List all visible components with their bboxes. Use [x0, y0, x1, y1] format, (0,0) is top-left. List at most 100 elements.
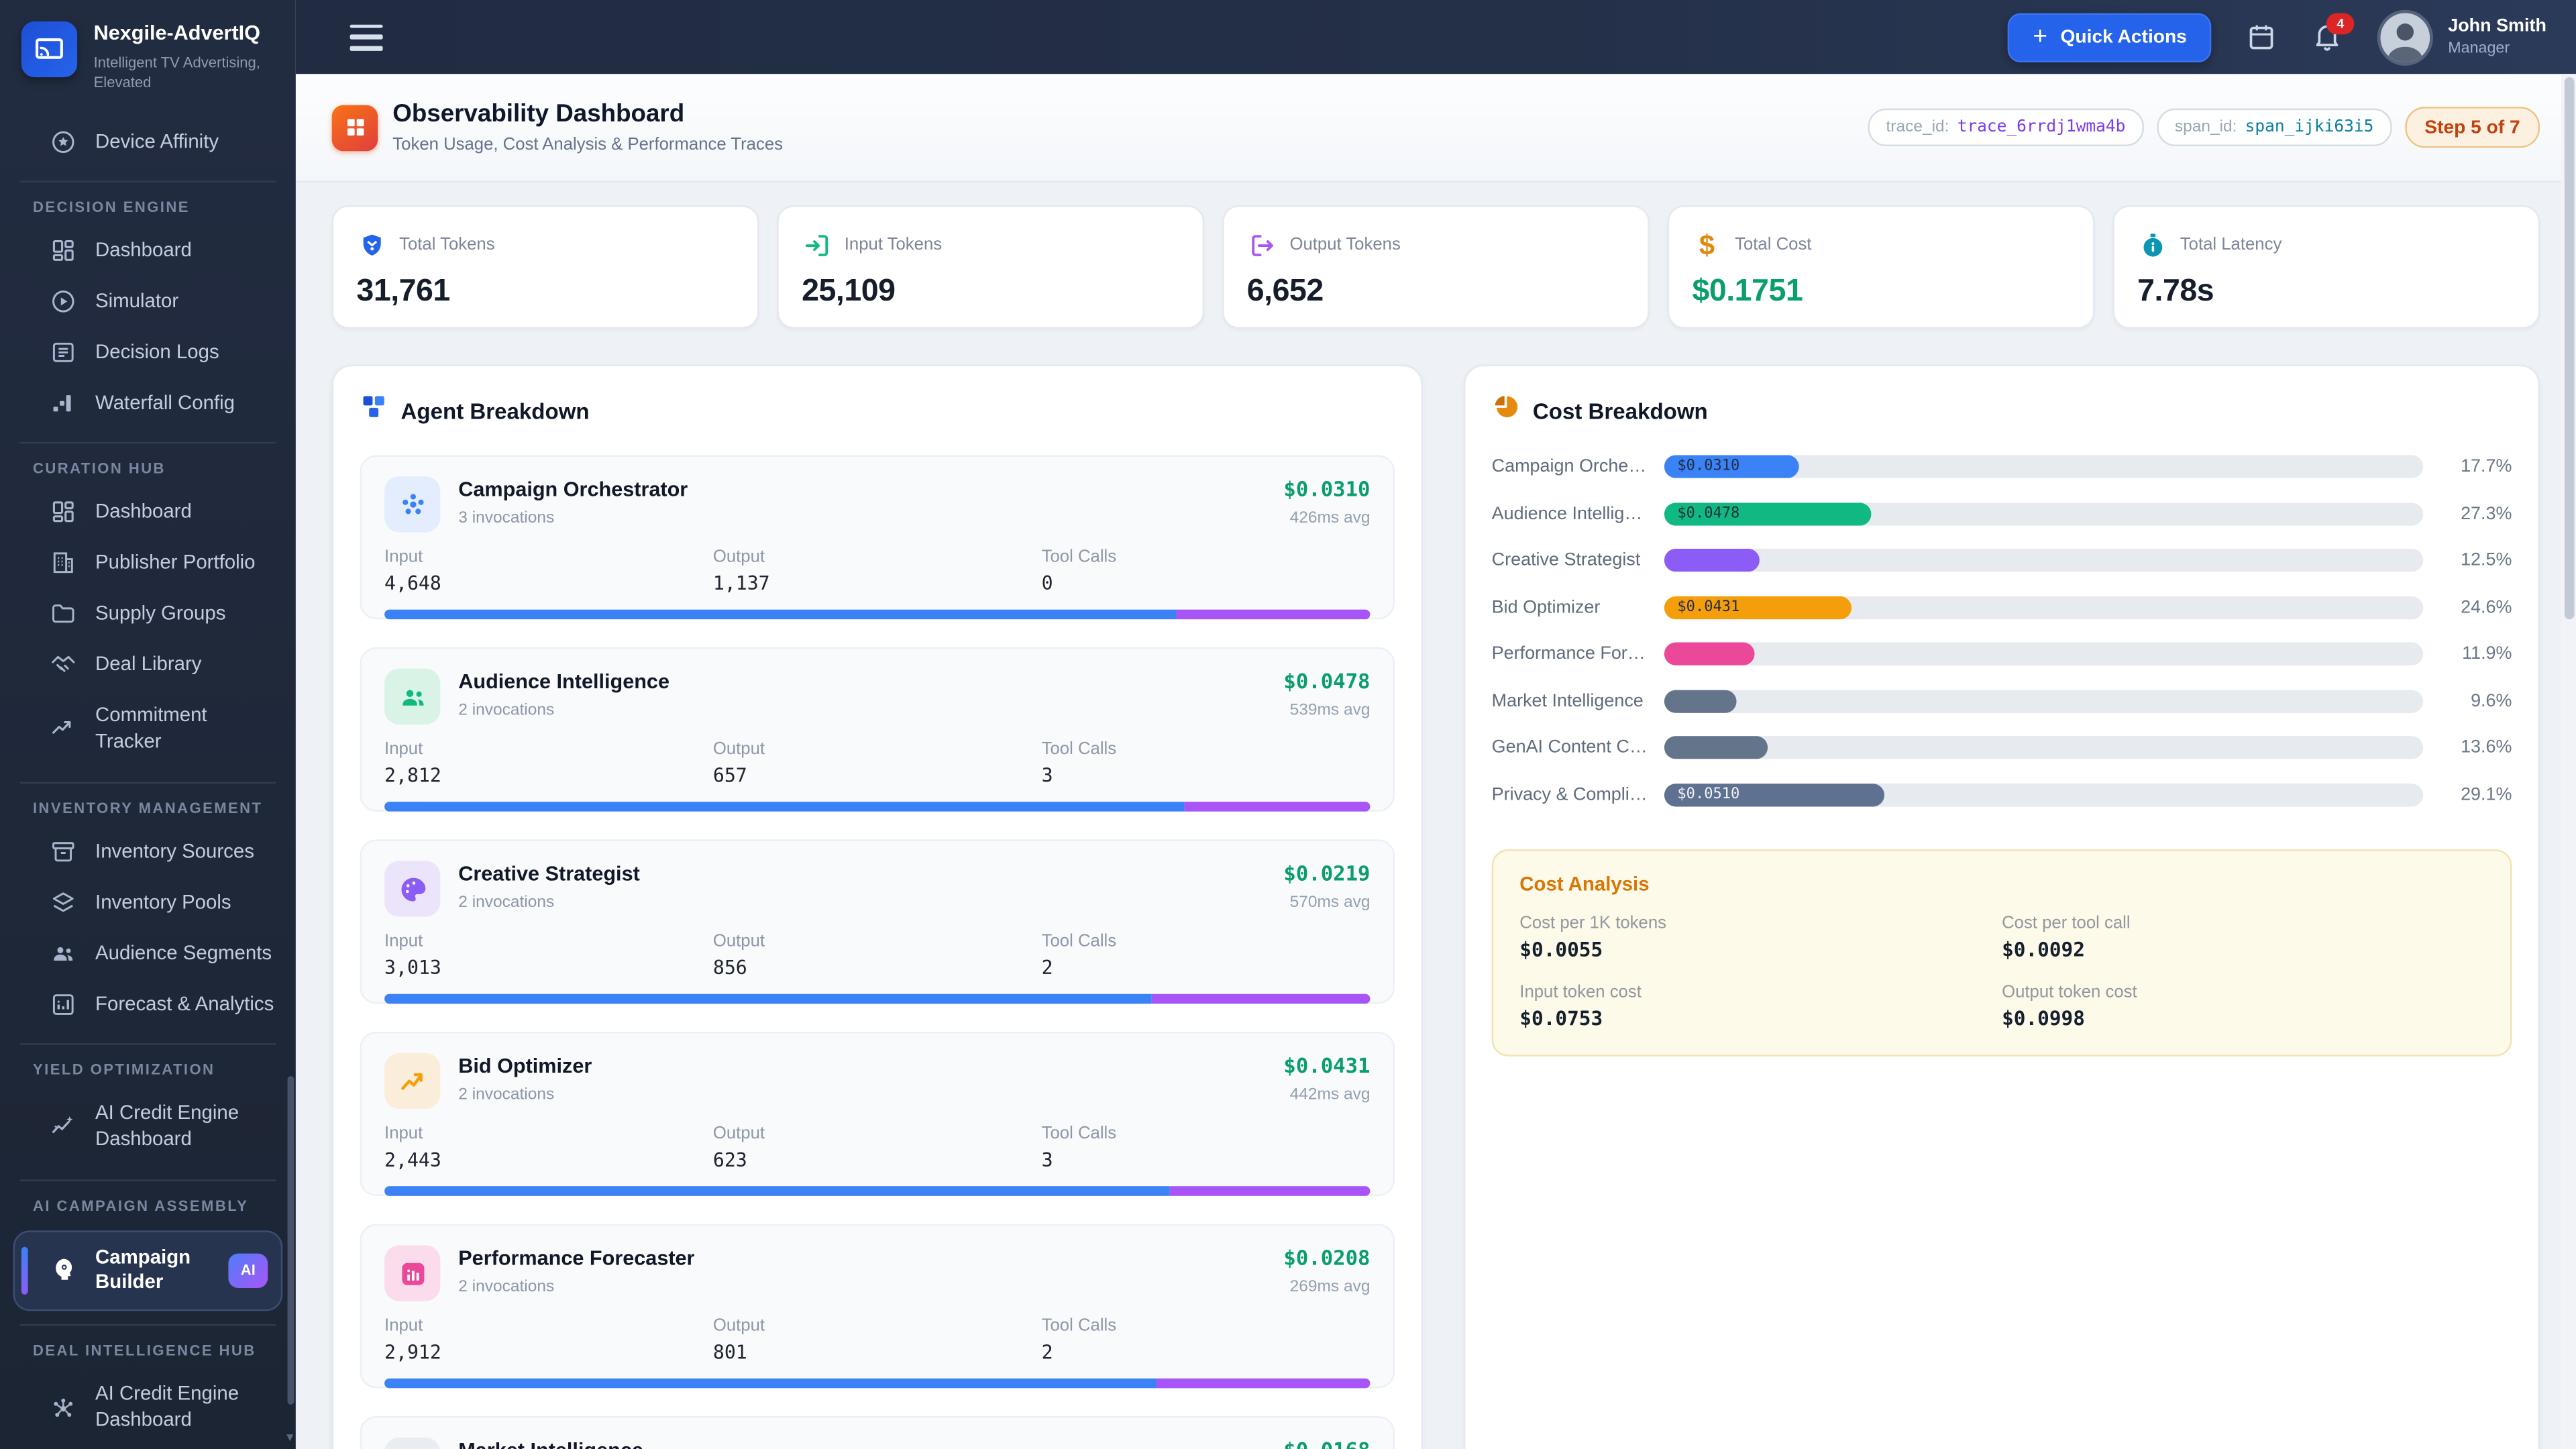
globe-icon: [384, 1438, 440, 1449]
token-split-bar: [384, 1379, 1370, 1389]
sidebar-item-campaign-builder[interactable]: Campaign Builder AI: [13, 1230, 283, 1311]
agent-breakdown-icon: [360, 392, 388, 429]
cost-row: GenAI Content Creation 13.6%: [1492, 736, 2512, 759]
agent-breakdown-panel: Agent Breakdown Campaign Orchestrator 3 …: [332, 365, 1423, 1449]
main-scrollbar-track[interactable]: [2561, 74, 2576, 1449]
agent-latency: 570ms avg: [1283, 894, 1370, 912]
main-scrollbar-thumb[interactable]: [2565, 77, 2575, 619]
head-gear-icon: [51, 1256, 80, 1285]
agent-latency: 539ms avg: [1283, 702, 1370, 720]
section-label-curation-hub: CURATION HUB: [0, 443, 296, 486]
avatar: [2377, 9, 2433, 64]
calendar-icon[interactable]: [2246, 21, 2277, 53]
token-split-bar: [384, 802, 1370, 812]
agent-card-market-intelligence: Market Intelligence $0.0168: [360, 1416, 1395, 1449]
analysis-item: Input token cost $0.0753: [1519, 981, 2002, 1029]
agent-card-creative-strategist: Creative Strategist 2 invocations $0.021…: [360, 839, 1395, 1004]
sidebar-item-commitment-tracker[interactable]: Commitment Tracker: [0, 690, 296, 769]
sidebar-item-inventory-pools[interactable]: Inventory Pools: [0, 877, 296, 928]
agent-latency: 269ms avg: [1283, 1278, 1370, 1296]
sidebar-item-decision-logs[interactable]: Decision Logs: [0, 327, 296, 378]
dashboard-grid-icon: [332, 105, 378, 151]
topbar: + Quick Actions 4 John Smith Manager: [296, 0, 2576, 74]
token-split-bar: [384, 994, 1370, 1004]
user-menu[interactable]: John Smith Manager: [2377, 9, 2546, 64]
agent-card-campaign-orchestrator: Campaign Orchestrator 3 invocations $0.0…: [360, 455, 1395, 619]
span-id-badge: span_id: span_ijki63i5: [2157, 109, 2392, 146]
agent-cost: $0.0478: [1283, 669, 1370, 694]
stat-card-total-tokens: Total Tokens 31,761: [332, 205, 759, 329]
sidebar-scroll-down-arrow[interactable]: ▼: [284, 1433, 296, 1446]
menu-icon[interactable]: [350, 24, 383, 50]
stat-value: 25,109: [802, 274, 1179, 311]
sparkle-trend-icon: [49, 1113, 77, 1141]
sidebar-item-audience-segments[interactable]: Audience Segments: [0, 928, 296, 979]
section-label-inventory-management: INVENTORY MANAGEMENT: [0, 784, 296, 826]
sidebar-item-curation-dashboard[interactable]: Dashboard: [0, 486, 296, 537]
output-arrow-icon: [1247, 230, 1277, 260]
sidebar-item-ai-credit-engine-dashboard[interactable]: AI Credit Engine Dashboard: [0, 1087, 296, 1167]
section-label-ai-campaign-assembly: AI CAMPAIGN ASSEMBLY: [0, 1181, 296, 1224]
token-split-bar: [384, 610, 1370, 620]
stat-card-input-tokens: Input Tokens 25,109: [777, 205, 1204, 329]
folder-icon: [49, 599, 77, 627]
analysis-item: Cost per tool call $0.0092: [2002, 912, 2484, 960]
archive-icon: [49, 838, 77, 866]
stat-card-total-latency: Total Latency 7.78s: [2112, 205, 2540, 329]
cost-row: Bid Optimizer $0.0431 24.6%: [1492, 596, 2512, 619]
users-icon: [384, 669, 440, 724]
stats-row: Total Tokens 31,761 Input Tokens 25,109 …: [332, 205, 2540, 329]
hub-icon: [49, 1394, 77, 1422]
bar-chart-icon: [384, 1245, 440, 1301]
sidebar-item-dashboard[interactable]: Dashboard: [0, 225, 296, 276]
sidebar-item-supply-groups[interactable]: Supply Groups: [0, 588, 296, 639]
building-icon: [49, 549, 77, 577]
agent-card-audience-intelligence: Audience Intelligence 2 invocations $0.0…: [360, 647, 1395, 812]
agent-cost: $0.0219: [1283, 861, 1370, 885]
plus-icon: +: [2033, 24, 2047, 49]
stopwatch-icon: [2137, 230, 2167, 260]
sidebar-item-deal-ai-credit-engine-dashboard[interactable]: AI Credit Engine Dashboard: [0, 1368, 296, 1448]
cost-analysis-title: Cost Analysis: [1519, 871, 2484, 894]
span-id-value: span_ijki63i5: [2245, 118, 2374, 136]
cost-row: Audience Intelligence $0.0478 27.3%: [1492, 502, 2512, 525]
agent-latency: 426ms avg: [1283, 509, 1370, 527]
handshake-icon: [49, 650, 77, 678]
main-content: Observability Dashboard Token Usage, Cos…: [296, 74, 2576, 1449]
agent-cost: $0.0310: [1283, 476, 1370, 501]
sidebar: Nexgile-AdvertIQ Intelligent TV Advertis…: [0, 0, 296, 1449]
analysis-item: Output token cost $0.0998: [2002, 981, 2484, 1029]
shield-tokens-icon: [356, 230, 386, 260]
stat-value: 7.78s: [2137, 274, 2515, 311]
cost-row: Creative Strategist 12.5%: [1492, 549, 2512, 572]
brand-subtitle: Intelligent TV Advertising, Elevated: [94, 52, 265, 93]
app-viewport: Nexgile-AdvertIQ Intelligent TV Advertis…: [0, 0, 2576, 1449]
sidebar-nav: Device Affinity DECISION ENGINE Dashboar…: [0, 110, 296, 1448]
sidebar-item-waterfall-config[interactable]: Waterfall Config: [0, 378, 296, 429]
stat-value: $0.1751: [1692, 274, 2070, 311]
agent-cost: $0.0431: [1283, 1053, 1370, 1078]
list-icon: [49, 338, 77, 366]
sidebar-item-forecast-analytics[interactable]: Forecast & Analytics: [0, 979, 296, 1030]
sidebar-scrollbar[interactable]: [288, 1076, 294, 1405]
agent-cost: $0.0208: [1283, 1245, 1370, 1270]
step-badge: Step 5 of 7: [2405, 107, 2540, 148]
dollar-icon: $: [1692, 230, 1721, 260]
agent-latency: 442ms avg: [1283, 1086, 1370, 1104]
section-label-yield-optimization: YIELD OPTIMIZATION: [0, 1044, 296, 1087]
quick-actions-button[interactable]: + Quick Actions: [2008, 12, 2212, 61]
user-role: Manager: [2448, 40, 2546, 58]
waterfall-icon: [49, 389, 77, 417]
agent-card-bid-optimizer: Bid Optimizer 2 invocations $0.0431 442m…: [360, 1032, 1395, 1196]
sidebar-item-inventory-sources[interactable]: Inventory Sources: [0, 826, 296, 877]
chart-square-icon: [49, 990, 77, 1018]
sidebar-item-publisher-portfolio[interactable]: Publisher Portfolio: [0, 537, 296, 588]
agent-cost: $0.0168: [1283, 1438, 1370, 1449]
bell-icon[interactable]: 4: [2312, 21, 2343, 53]
cost-row: Privacy & Compliance $0.0510 29.1%: [1492, 783, 2512, 806]
sidebar-item-deal-library[interactable]: Deal Library: [0, 639, 296, 690]
sidebar-item-simulator[interactable]: Simulator: [0, 276, 296, 327]
page-header: Observability Dashboard Token Usage, Cos…: [296, 74, 2576, 182]
sidebar-item-device-affinity[interactable]: Device Affinity: [0, 116, 296, 167]
badge-star-icon: [49, 128, 77, 156]
